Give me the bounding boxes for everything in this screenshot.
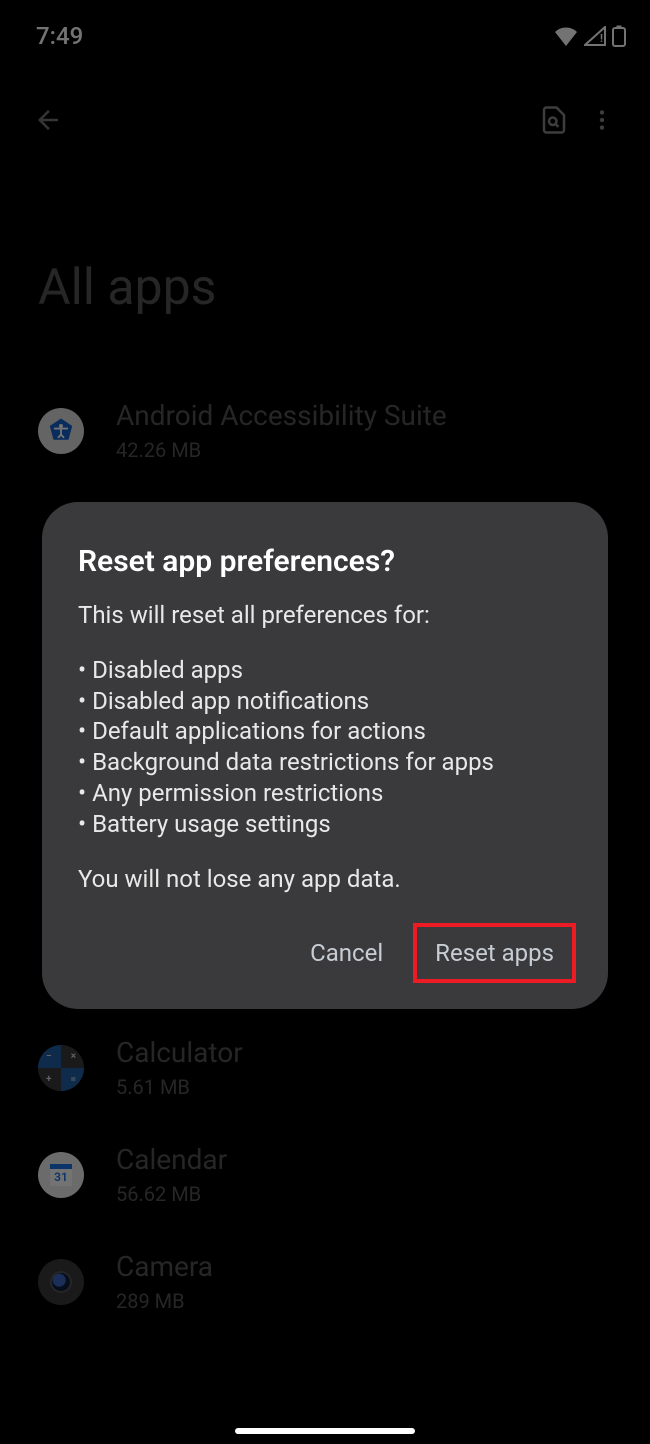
dialog-title: Reset app preferences? [78,544,572,579]
signal-icon: ! [584,26,606,46]
app-labels: Camera 289 MB [116,1250,213,1313]
app-name-label: Camera [116,1250,213,1283]
gesture-nav-handle[interactable] [235,1428,415,1434]
reset-apps-button[interactable]: Reset apps [417,927,572,979]
app-icon: 31 [38,1152,84,1198]
app-item-camera[interactable]: Camera 289 MB [0,1228,650,1335]
app-icon [38,1259,84,1305]
cancel-button[interactable]: Cancel [292,927,401,979]
dialog-bullet-item: Default applications for actions [78,716,572,747]
dialog-bullet-item: Disabled app notifications [78,686,572,717]
app-name-label: Calculator [116,1036,243,1069]
app-size-label: 289 MB [116,1289,213,1313]
dialog-bullet-list: Disabled apps Disabled app notifications… [78,655,572,839]
svg-text:!: ! [600,32,603,45]
page-search-icon [539,105,569,139]
app-icon: − × + = [38,1045,84,1091]
dialog-intro: This will reset all preferences for: [78,601,572,629]
app-bar [0,84,650,159]
back-button[interactable] [24,98,72,146]
app-name-label: Calendar [116,1143,227,1176]
dialog-bullet-item: Disabled apps [78,655,572,686]
status-time: 7:49 [36,22,83,50]
wifi-icon [554,26,578,46]
app-labels: Calculator 5.61 MB [116,1036,243,1099]
app-item-android-accessibility-suite[interactable]: Android Accessibility Suite 42.26 MB [0,377,650,484]
status-indicators: ! [554,25,626,47]
app-name-label: Android Accessibility Suite [116,399,447,432]
search-in-page-button[interactable] [530,98,578,146]
app-size-label: 56.62 MB [116,1182,227,1206]
app-item-calculator[interactable]: − × + = Calculator 5.61 MB [0,1014,650,1121]
battery-icon [612,25,626,47]
dialog-bullet-item: Any permission restrictions [78,778,572,809]
page-title: All apps [0,159,650,377]
app-size-label: 42.26 MB [116,438,447,462]
app-size-label: 5.61 MB [116,1075,243,1099]
app-item-calendar[interactable]: 31 Calendar 56.62 MB [0,1121,650,1228]
arrow-left-icon [33,105,63,139]
app-labels: Android Accessibility Suite 42.26 MB [116,399,447,462]
more-vert-icon [589,107,615,137]
dialog-bullet-item: Background data restrictions for apps [78,747,572,778]
overflow-menu-button[interactable] [578,98,626,146]
dialog-footer-text: You will not lose any app data. [78,865,572,893]
camera-lens-icon [50,1271,72,1293]
status-bar: 7:49 ! [0,0,650,58]
dialog-actions: Cancel Reset apps [78,927,572,979]
app-labels: Calendar 56.62 MB [116,1143,227,1206]
dialog-bullet-item: Battery usage settings [78,809,572,840]
calendar-icon: 31 [50,1164,72,1186]
app-icon [38,408,84,454]
reset-preferences-dialog: Reset app preferences? This will reset a… [42,502,608,1009]
